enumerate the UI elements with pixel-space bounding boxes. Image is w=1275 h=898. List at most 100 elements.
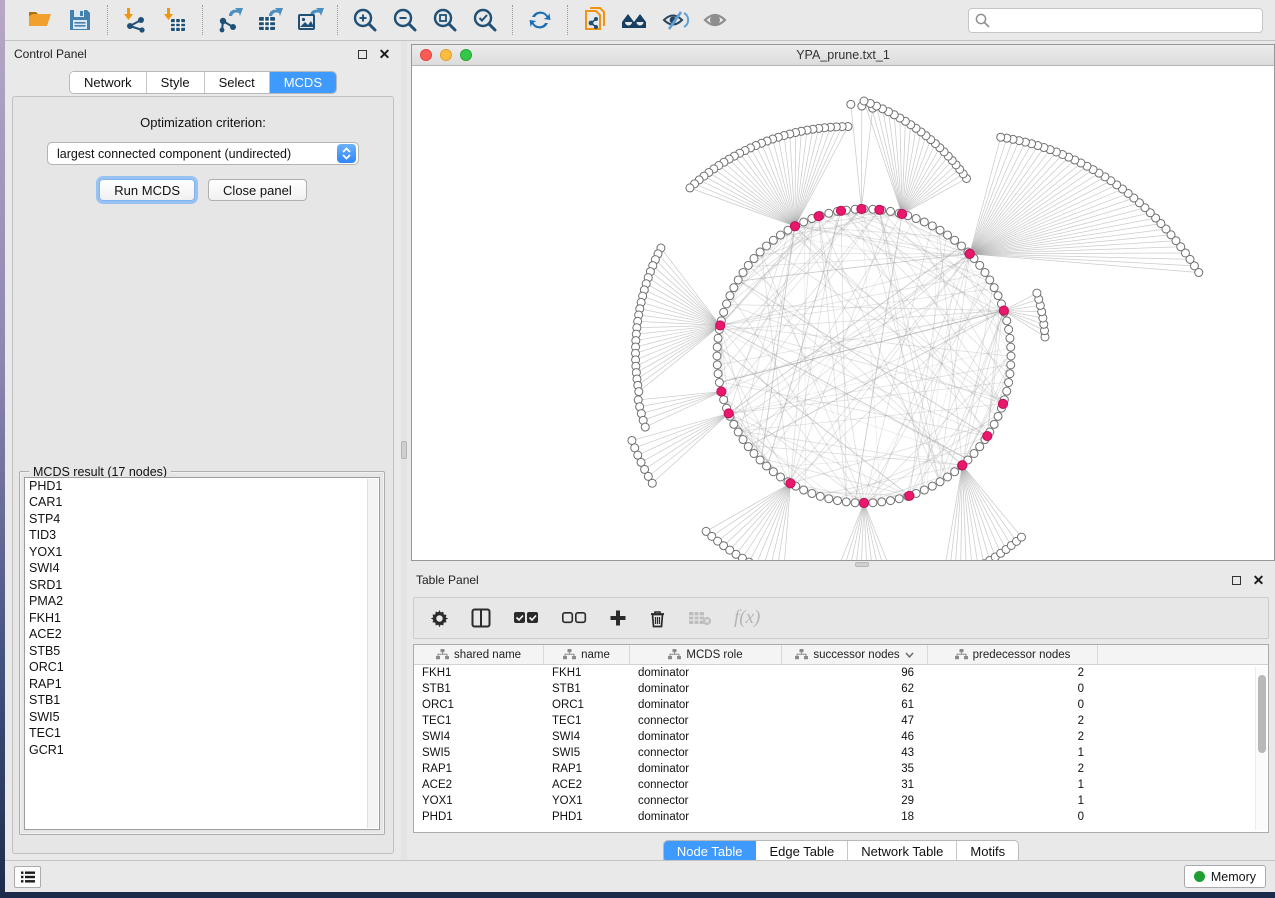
mcds-result-item[interactable]: STB5 (25, 643, 379, 660)
mcds-list-scrollbar[interactable] (367, 479, 378, 828)
memory-button[interactable]: Memory (1184, 865, 1266, 888)
cell-successor-nodes: 18 (782, 811, 928, 823)
column-header-name[interactable]: name (544, 645, 630, 664)
search-input[interactable] (968, 8, 1263, 33)
hide-graphics-details-icon[interactable] (658, 4, 692, 36)
control-panel-title: Control Panel (14, 47, 348, 61)
mcds-result-item[interactable]: ORC1 (25, 660, 379, 677)
tab-mcds[interactable]: MCDS (270, 72, 336, 93)
cell-predecessor-nodes: 2 (928, 763, 1098, 775)
column-header-successor-nodes[interactable]: successor nodes (782, 645, 928, 664)
cell-predecessor-nodes: 2 (928, 667, 1098, 679)
apply-layout-icon[interactable] (523, 4, 557, 36)
table-row[interactable]: ACE2ACE2connector311 (414, 777, 1268, 793)
cell-MCDS-role: dominator (630, 699, 782, 711)
mcds-result-item[interactable]: STB1 (25, 693, 379, 710)
zoom-out-icon[interactable] (388, 4, 422, 36)
table-row[interactable]: ORC1ORC1dominator610 (414, 697, 1268, 713)
tab-edge-table[interactable]: Edge Table (756, 841, 848, 862)
control-panel-header: Control Panel ✕ (5, 41, 401, 67)
tab-select[interactable]: Select (205, 72, 270, 93)
task-history-button[interactable] (14, 866, 41, 888)
mcds-result-item[interactable]: PMA2 (25, 594, 379, 611)
mcds-result-item[interactable]: CAR1 (25, 495, 379, 512)
mcds-result-item[interactable]: GCR1 (25, 742, 379, 759)
mcds-result-item[interactable]: STP4 (25, 511, 379, 528)
cell-predecessor-nodes: 2 (928, 731, 1098, 743)
delete-column-icon[interactable] (649, 609, 666, 628)
network-graph[interactable] (412, 66, 1274, 560)
mcds-result-item[interactable]: TEC1 (25, 726, 379, 743)
cell-name: ORC1 (544, 699, 630, 711)
deselect-all-icon[interactable] (561, 611, 587, 625)
mcds-result-item[interactable]: SRD1 (25, 577, 379, 594)
criterion-dropdown[interactable]: largest connected component (undirected) (47, 142, 359, 165)
table-row[interactable]: STB1STB1dominator620 (414, 681, 1268, 697)
column-header-MCDS-role[interactable]: MCDS role (630, 645, 782, 664)
column-layout-icon[interactable] (471, 608, 491, 628)
table-row[interactable]: FKH1FKH1dominator962 (414, 665, 1268, 681)
column-header-predecessor-nodes[interactable]: predecessor nodes (928, 645, 1098, 664)
zoom-fit-icon[interactable] (428, 4, 462, 36)
mcds-tab-content: Optimization criterion: largest connecte… (12, 96, 394, 854)
cell-predecessor-nodes: 1 (928, 779, 1098, 791)
mcds-result-item[interactable]: FKH1 (25, 610, 379, 627)
zoom-in-icon[interactable] (348, 4, 382, 36)
mcds-result-item[interactable]: TID3 (25, 528, 379, 545)
mcds-result-item[interactable]: SWI5 (25, 709, 379, 726)
search-network-icon[interactable] (618, 4, 652, 36)
table-row[interactable]: RAP1RAP1dominator352 (414, 761, 1268, 777)
table-row[interactable]: PHD1PHD1dominator180 (414, 809, 1268, 825)
create-column-icon[interactable] (609, 609, 627, 627)
tab-style[interactable]: Style (147, 72, 205, 93)
cell-predecessor-nodes: 0 (928, 811, 1098, 823)
cell-shared-name: YOX1 (414, 795, 544, 807)
mcds-result-item[interactable]: PHD1 (25, 478, 379, 495)
close-panel-icon[interactable]: ✕ (1251, 573, 1266, 588)
cell-predecessor-nodes: 1 (928, 747, 1098, 759)
table-settings-icon[interactable] (430, 609, 449, 628)
table-row[interactable]: SWI4SWI4dominator462 (414, 729, 1268, 745)
export-image-icon[interactable] (293, 4, 327, 36)
main-toolbar (5, 0, 1275, 41)
cell-predecessor-nodes: 2 (928, 715, 1098, 727)
show-graphics-details-icon[interactable] (698, 4, 732, 36)
float-panel-icon[interactable] (355, 47, 370, 62)
column-header-shared-name[interactable]: shared name (414, 645, 544, 664)
cell-successor-nodes: 62 (782, 683, 928, 695)
zoom-selected-icon[interactable] (468, 4, 502, 36)
network-window-titlebar[interactable]: YPA_prune.txt_1 (412, 45, 1274, 66)
tab-motifs[interactable]: Motifs (957, 841, 1018, 862)
search-icon (975, 13, 990, 33)
node-table[interactable]: shared namenameMCDS rolesuccessor nodesp… (413, 644, 1269, 833)
export-network-icon[interactable] (213, 4, 247, 36)
tab-node-table[interactable]: Node Table (664, 841, 757, 862)
cell-shared-name: TEC1 (414, 715, 544, 727)
cell-shared-name: SWI4 (414, 731, 544, 743)
close-panel-icon[interactable]: ✕ (377, 47, 392, 62)
select-all-icon[interactable] (513, 611, 539, 625)
table-scrollbar[interactable] (1255, 667, 1267, 830)
mcds-result-list[interactable]: PHD1CAR1STP4TID3YOX1SWI4SRD1PMA2FKH1ACE2… (24, 477, 380, 830)
tab-network[interactable]: Network (70, 72, 147, 93)
cell-MCDS-role: dominator (630, 811, 782, 823)
export-table-icon[interactable] (253, 4, 287, 36)
table-row[interactable]: SWI5SWI5connector431 (414, 745, 1268, 761)
cell-successor-nodes: 61 (782, 699, 928, 711)
close-panel-button[interactable]: Close panel (208, 179, 307, 201)
table-row[interactable]: YOX1YOX1connector291 (414, 793, 1268, 809)
run-mcds-button[interactable]: Run MCDS (99, 179, 195, 201)
open-session-icon[interactable] (23, 4, 57, 36)
float-panel-icon[interactable] (1229, 573, 1244, 588)
table-row[interactable]: TEC1TEC1connector472 (414, 713, 1268, 729)
import-table-icon[interactable] (158, 4, 192, 36)
mcds-result-item[interactable]: ACE2 (25, 627, 379, 644)
import-network-icon[interactable] (118, 4, 152, 36)
tab-network-table[interactable]: Network Table (848, 841, 957, 862)
mcds-result-item[interactable]: RAP1 (25, 676, 379, 693)
mcds-result-item[interactable]: SWI4 (25, 561, 379, 578)
scrollbar-thumb[interactable] (1258, 675, 1266, 753)
mcds-result-item[interactable]: YOX1 (25, 544, 379, 561)
save-session-icon[interactable] (63, 4, 97, 36)
network-file-icon[interactable] (578, 4, 612, 36)
